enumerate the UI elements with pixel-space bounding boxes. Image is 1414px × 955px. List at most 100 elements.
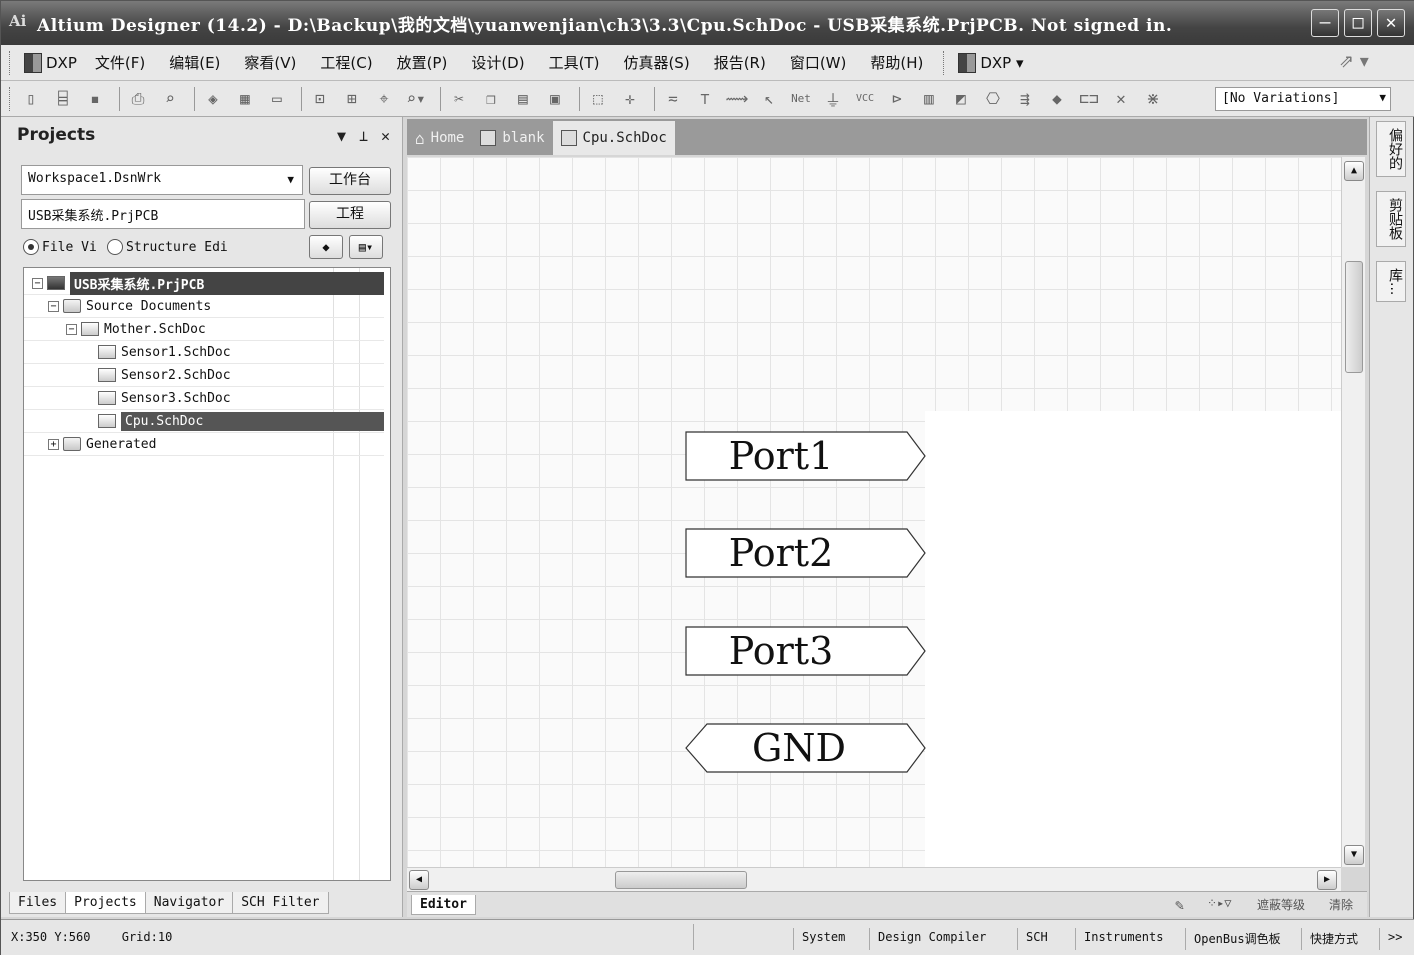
workspace-button[interactable]: 工作台 bbox=[309, 167, 391, 195]
tree-item[interactable]: − Source Documents bbox=[24, 295, 384, 318]
zoom-fit-icon[interactable]: ⊡ bbox=[307, 86, 333, 112]
no-erc-icon[interactable]: ✕ bbox=[1108, 86, 1134, 112]
scroll-down-icon[interactable]: ▼ bbox=[1344, 845, 1364, 865]
part-icon[interactable]: ⊳ bbox=[884, 86, 910, 112]
chart-tool-icon[interactable]: ⇗ ▾ bbox=[1339, 51, 1369, 72]
port-symbol[interactable]: Port1 bbox=[685, 431, 927, 481]
device-sheet-icon[interactable]: ⎔ bbox=[980, 86, 1006, 112]
paste-icon[interactable]: ▤ bbox=[510, 86, 536, 112]
tree-item[interactable]: Sensor1.SchDoc bbox=[24, 341, 384, 364]
structure-editor-radio[interactable]: Structure Edi bbox=[107, 239, 228, 255]
project-options-icon[interactable]: ▤▾ bbox=[349, 235, 383, 259]
schematic-canvas[interactable]: Port1 Port2 Port3 GND bbox=[407, 157, 1341, 867]
maximize-button[interactable]: □ bbox=[1344, 9, 1372, 37]
minimize-button[interactable]: – bbox=[1311, 9, 1339, 37]
panel-menu-icon[interactable]: ▼ bbox=[337, 127, 346, 145]
vertical-scroll-thumb[interactable] bbox=[1345, 261, 1363, 373]
openbus-palette-button[interactable]: OpenBus调色板 bbox=[1185, 928, 1289, 950]
tree-item[interactable]: Cpu.SchDoc bbox=[24, 410, 384, 433]
tab-projects[interactable]: Projects bbox=[65, 892, 146, 914]
eraser-icon[interactable]: ✎ bbox=[1175, 896, 1184, 914]
print-preview-icon[interactable]: ⌕ bbox=[157, 86, 183, 112]
file-view-radio[interactable]: File Vi bbox=[23, 239, 97, 255]
copy-icon[interactable]: ❐ bbox=[478, 86, 504, 112]
horizontal-scroll-thumb[interactable] bbox=[615, 871, 747, 889]
shortcuts-button[interactable]: 快捷方式 bbox=[1301, 928, 1366, 950]
menu-simulator[interactable]: 仿真器(S) bbox=[611, 52, 701, 73]
close-button[interactable]: ✕ bbox=[1377, 9, 1405, 37]
menu-place[interactable]: 放置(P) bbox=[385, 52, 460, 73]
project-field[interactable]: USB采集系统.PrjPCB bbox=[21, 199, 305, 229]
menu-view[interactable]: 察看(V) bbox=[232, 52, 308, 73]
filter-icon[interactable]: ⁘▸▽ bbox=[1207, 896, 1232, 910]
horizontal-scrollbar[interactable]: ◀ ▶ bbox=[407, 867, 1341, 891]
variations-dropdown[interactable]: [No Variations] ▼ bbox=[1215, 87, 1391, 111]
tree-item[interactable]: Sensor3.SchDoc bbox=[24, 387, 384, 410]
sch-button[interactable]: SCH bbox=[1017, 928, 1056, 950]
tab-cpu-schdoc[interactable]: Cpu.SchDoc bbox=[552, 121, 675, 155]
rubber-stamp-icon[interactable]: ▣ bbox=[542, 86, 568, 112]
port-symbol-gnd[interactable]: GND bbox=[685, 723, 927, 773]
layers-icon[interactable]: ◈ bbox=[200, 86, 226, 112]
bus-icon[interactable]: ⊤ bbox=[692, 86, 718, 112]
tree-item[interactable]: − USB采集系统.PrjPCB bbox=[24, 271, 384, 295]
collapse-icon[interactable]: − bbox=[32, 277, 43, 289]
instruments-button[interactable]: Instruments bbox=[1075, 928, 1171, 950]
menu-project[interactable]: 工程(C) bbox=[308, 52, 384, 73]
menu-file[interactable]: 文件(F) bbox=[83, 52, 157, 73]
tab-navigator[interactable]: Navigator bbox=[144, 892, 234, 914]
collapse-icon[interactable]: − bbox=[48, 300, 59, 312]
zoom-area-icon[interactable]: ⊞ bbox=[339, 86, 365, 112]
component-icon[interactable]: ▦ bbox=[232, 86, 258, 112]
vcc-power-icon[interactable]: VCC bbox=[852, 86, 878, 112]
design-compiler-button[interactable]: Design Compiler bbox=[869, 928, 994, 950]
tree-item[interactable]: Sensor2.SchDoc bbox=[24, 364, 384, 387]
gnd-power-icon[interactable]: ⏚ bbox=[820, 86, 846, 112]
project-button[interactable]: 工程 bbox=[309, 201, 391, 229]
pin-icon[interactable]: ⊥ bbox=[359, 127, 368, 145]
port-symbol[interactable]: Port3 bbox=[685, 626, 927, 676]
scroll-up-icon[interactable]: ▲ bbox=[1344, 161, 1364, 181]
tab-blank[interactable]: blank bbox=[472, 121, 552, 155]
menu-edit[interactable]: 编辑(E) bbox=[157, 52, 232, 73]
vertical-scrollbar[interactable]: ▲ ▼ bbox=[1341, 157, 1365, 867]
zoom-dropdown-icon[interactable]: ⌕▾ bbox=[403, 86, 429, 112]
compile-icon[interactable]: ◆ bbox=[309, 235, 343, 259]
menubar-grip[interactable] bbox=[9, 50, 12, 75]
dxp-toolbar-menu[interactable]: DXP ▾ bbox=[952, 52, 1029, 73]
zoom-selected-icon[interactable]: ⌖ bbox=[371, 86, 397, 112]
menu-help[interactable]: 帮助(H) bbox=[858, 52, 935, 73]
collapse-icon[interactable]: − bbox=[66, 323, 77, 335]
menu-tools[interactable]: 工具(T) bbox=[537, 52, 612, 73]
tab-editor[interactable]: Editor bbox=[411, 894, 476, 915]
tab-libraries[interactable]: 库... bbox=[1376, 261, 1406, 303]
system-button[interactable]: System bbox=[793, 928, 853, 950]
scroll-right-icon[interactable]: ▶ bbox=[1317, 870, 1337, 890]
expand-icon[interactable]: + bbox=[48, 438, 59, 450]
menubar-grip-2[interactable] bbox=[943, 50, 946, 75]
tree-item[interactable]: + Generated bbox=[24, 433, 384, 456]
port-symbol[interactable]: Port2 bbox=[685, 528, 927, 578]
move-icon[interactable]: ✛ bbox=[617, 86, 643, 112]
tab-favorites[interactable]: 偏好的 bbox=[1376, 121, 1406, 177]
menu-window[interactable]: 窗口(W) bbox=[778, 52, 859, 73]
toolbar-grip[interactable] bbox=[9, 86, 12, 111]
window-icon[interactable]: ▭ bbox=[264, 86, 290, 112]
scroll-left-icon[interactable]: ◀ bbox=[409, 870, 429, 890]
port-icon[interactable]: ⊏⊐ bbox=[1076, 86, 1102, 112]
mask-level-button[interactable]: 遮蔽等级 bbox=[1257, 896, 1305, 913]
new-file-icon[interactable]: ▯ bbox=[18, 86, 44, 112]
signal-harness-icon[interactable]: ⟿ bbox=[724, 86, 750, 112]
sheet-symbol-icon[interactable]: ▥ bbox=[916, 86, 942, 112]
bus-entry-icon[interactable]: ↖ bbox=[756, 86, 782, 112]
wire-icon[interactable]: ≂ bbox=[660, 86, 686, 112]
harness-connector-icon[interactable]: ⇶ bbox=[1012, 86, 1038, 112]
panel-close-icon[interactable]: ✕ bbox=[381, 127, 390, 145]
menu-design[interactable]: 设计(D) bbox=[459, 52, 536, 73]
cut-icon[interactable]: ✂ bbox=[446, 86, 472, 112]
print-icon[interactable]: ⎙ bbox=[125, 86, 151, 112]
clear-button[interactable]: 清除 bbox=[1329, 896, 1353, 913]
tab-home[interactable]: ⌂ Home bbox=[407, 121, 472, 155]
tab-files[interactable]: Files bbox=[9, 892, 67, 914]
dxp-menu[interactable]: DXP bbox=[18, 52, 83, 73]
